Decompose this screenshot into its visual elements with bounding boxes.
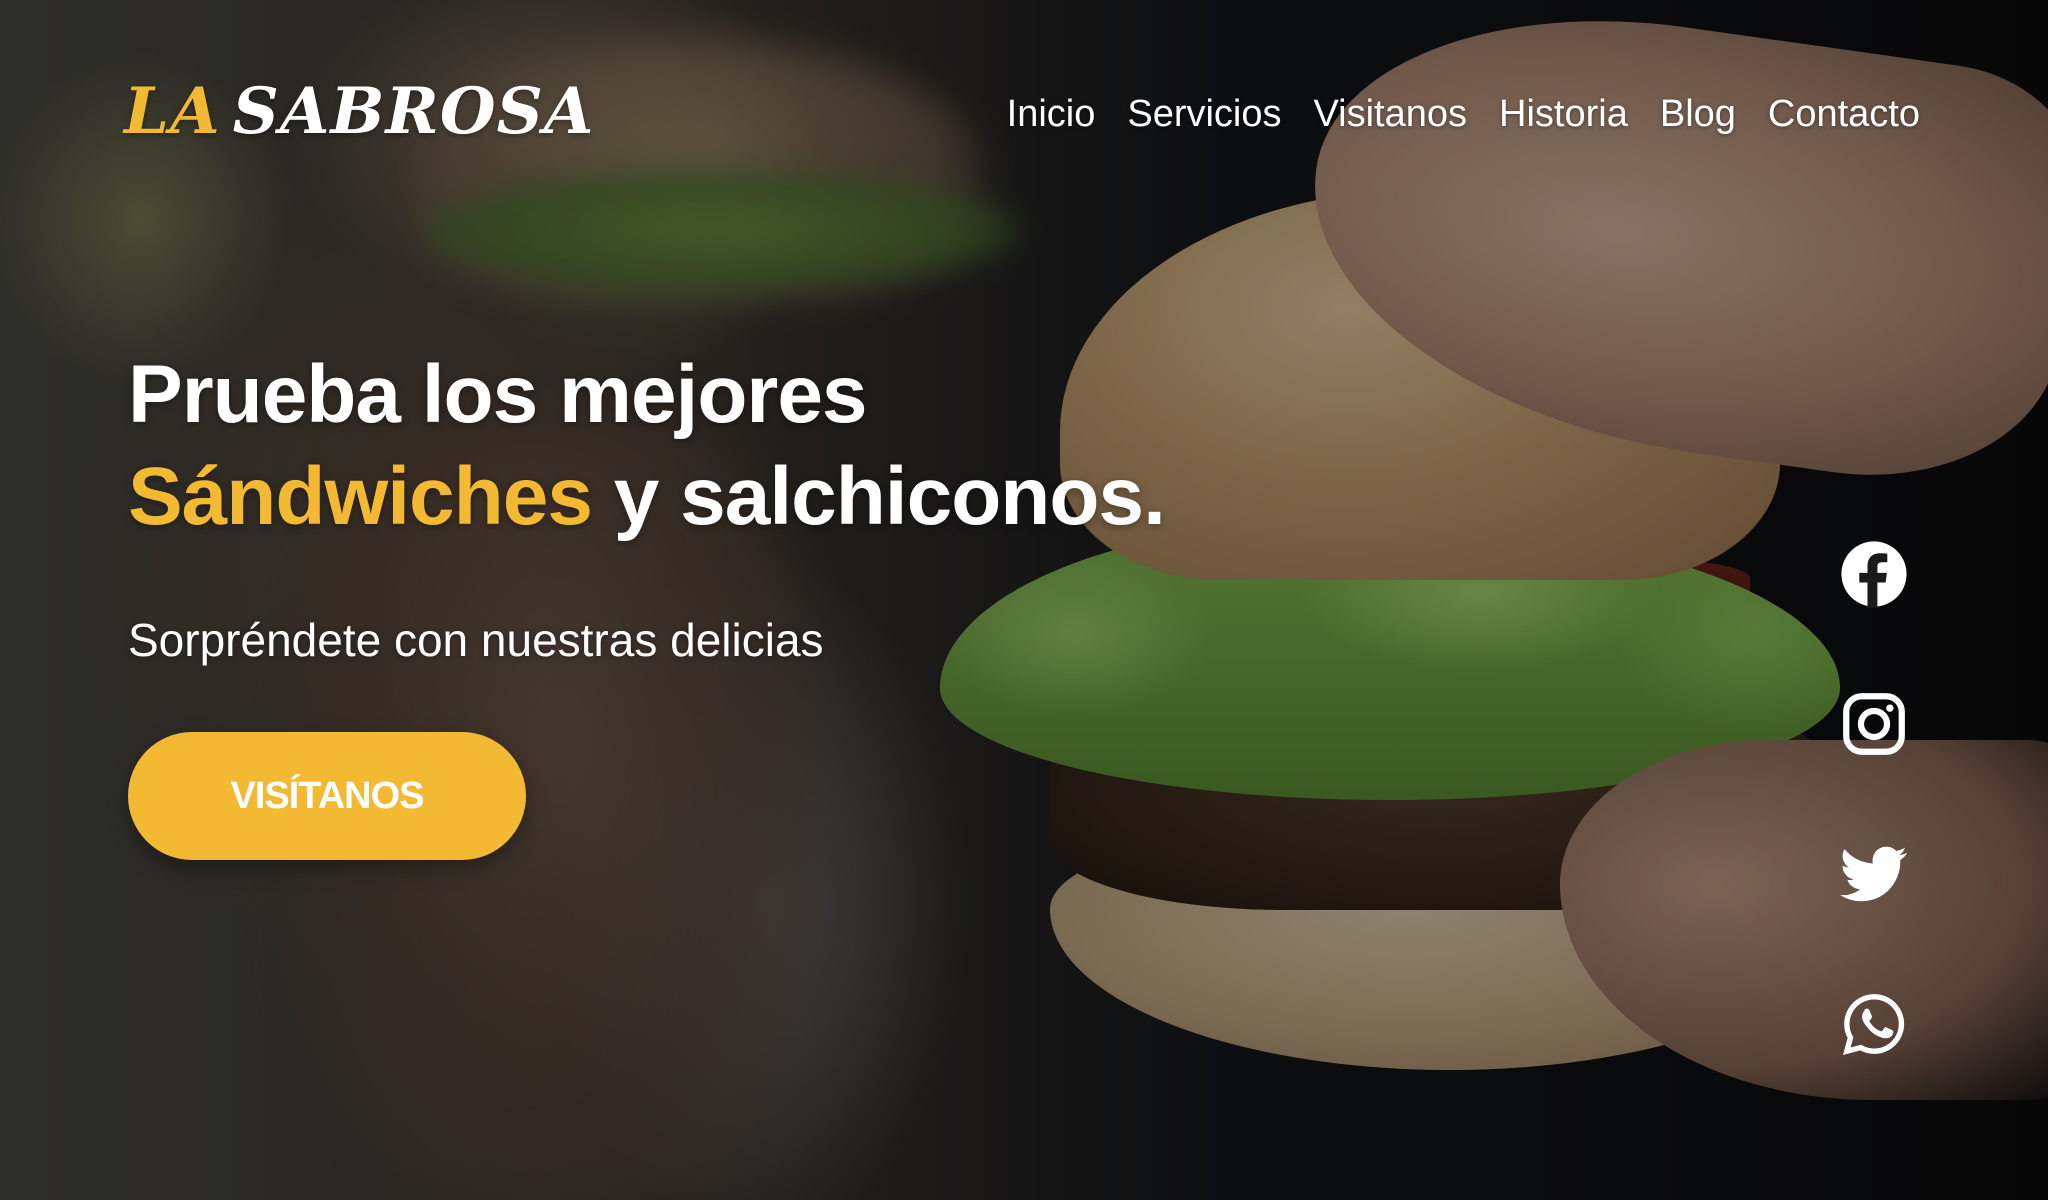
visitanos-button[interactable]: VISÍTANOS: [128, 732, 526, 860]
nav-item-inicio[interactable]: Inicio: [1007, 88, 1096, 140]
logo-main-text: SABROSA: [232, 74, 595, 149]
twitter-icon: [1840, 846, 1908, 902]
site-logo[interactable]: LA SABROSA: [124, 80, 594, 144]
hero-title-rest: y salchiconos.: [591, 451, 1166, 542]
nav-item-historia[interactable]: Historia: [1499, 88, 1628, 140]
hero-title-line1: Prueba los mejores: [128, 349, 868, 440]
twitter-link[interactable]: [1840, 840, 1908, 908]
hero-title-accent: Sándwiches: [128, 451, 593, 542]
nav-item-blog[interactable]: Blog: [1660, 88, 1736, 140]
main-nav: Inicio Servicios Visitanos Historia Blog…: [1007, 88, 1920, 140]
whatsapp-icon: [1842, 994, 1905, 1055]
site-header: LA SABROSA Inicio Servicios Visitanos His…: [0, 0, 2048, 240]
nav-item-visitanos[interactable]: Visitanos: [1314, 88, 1468, 140]
instagram-link[interactable]: [1840, 690, 1908, 758]
nav-item-contacto[interactable]: Contacto: [1768, 88, 1920, 140]
instagram-icon: [1843, 693, 1905, 755]
social-links: [1840, 540, 1908, 1140]
logo-accent-text: LA: [124, 74, 221, 149]
facebook-icon: [1841, 541, 1907, 608]
hero-title: Prueba los mejores Sándwiches y salchico…: [128, 344, 1166, 548]
hero-subtitle: Sorpréndete con nuestras delicias: [128, 614, 824, 666]
whatsapp-link[interactable]: [1840, 990, 1908, 1058]
nav-item-servicios[interactable]: Servicios: [1127, 88, 1281, 140]
facebook-link[interactable]: [1840, 540, 1908, 608]
